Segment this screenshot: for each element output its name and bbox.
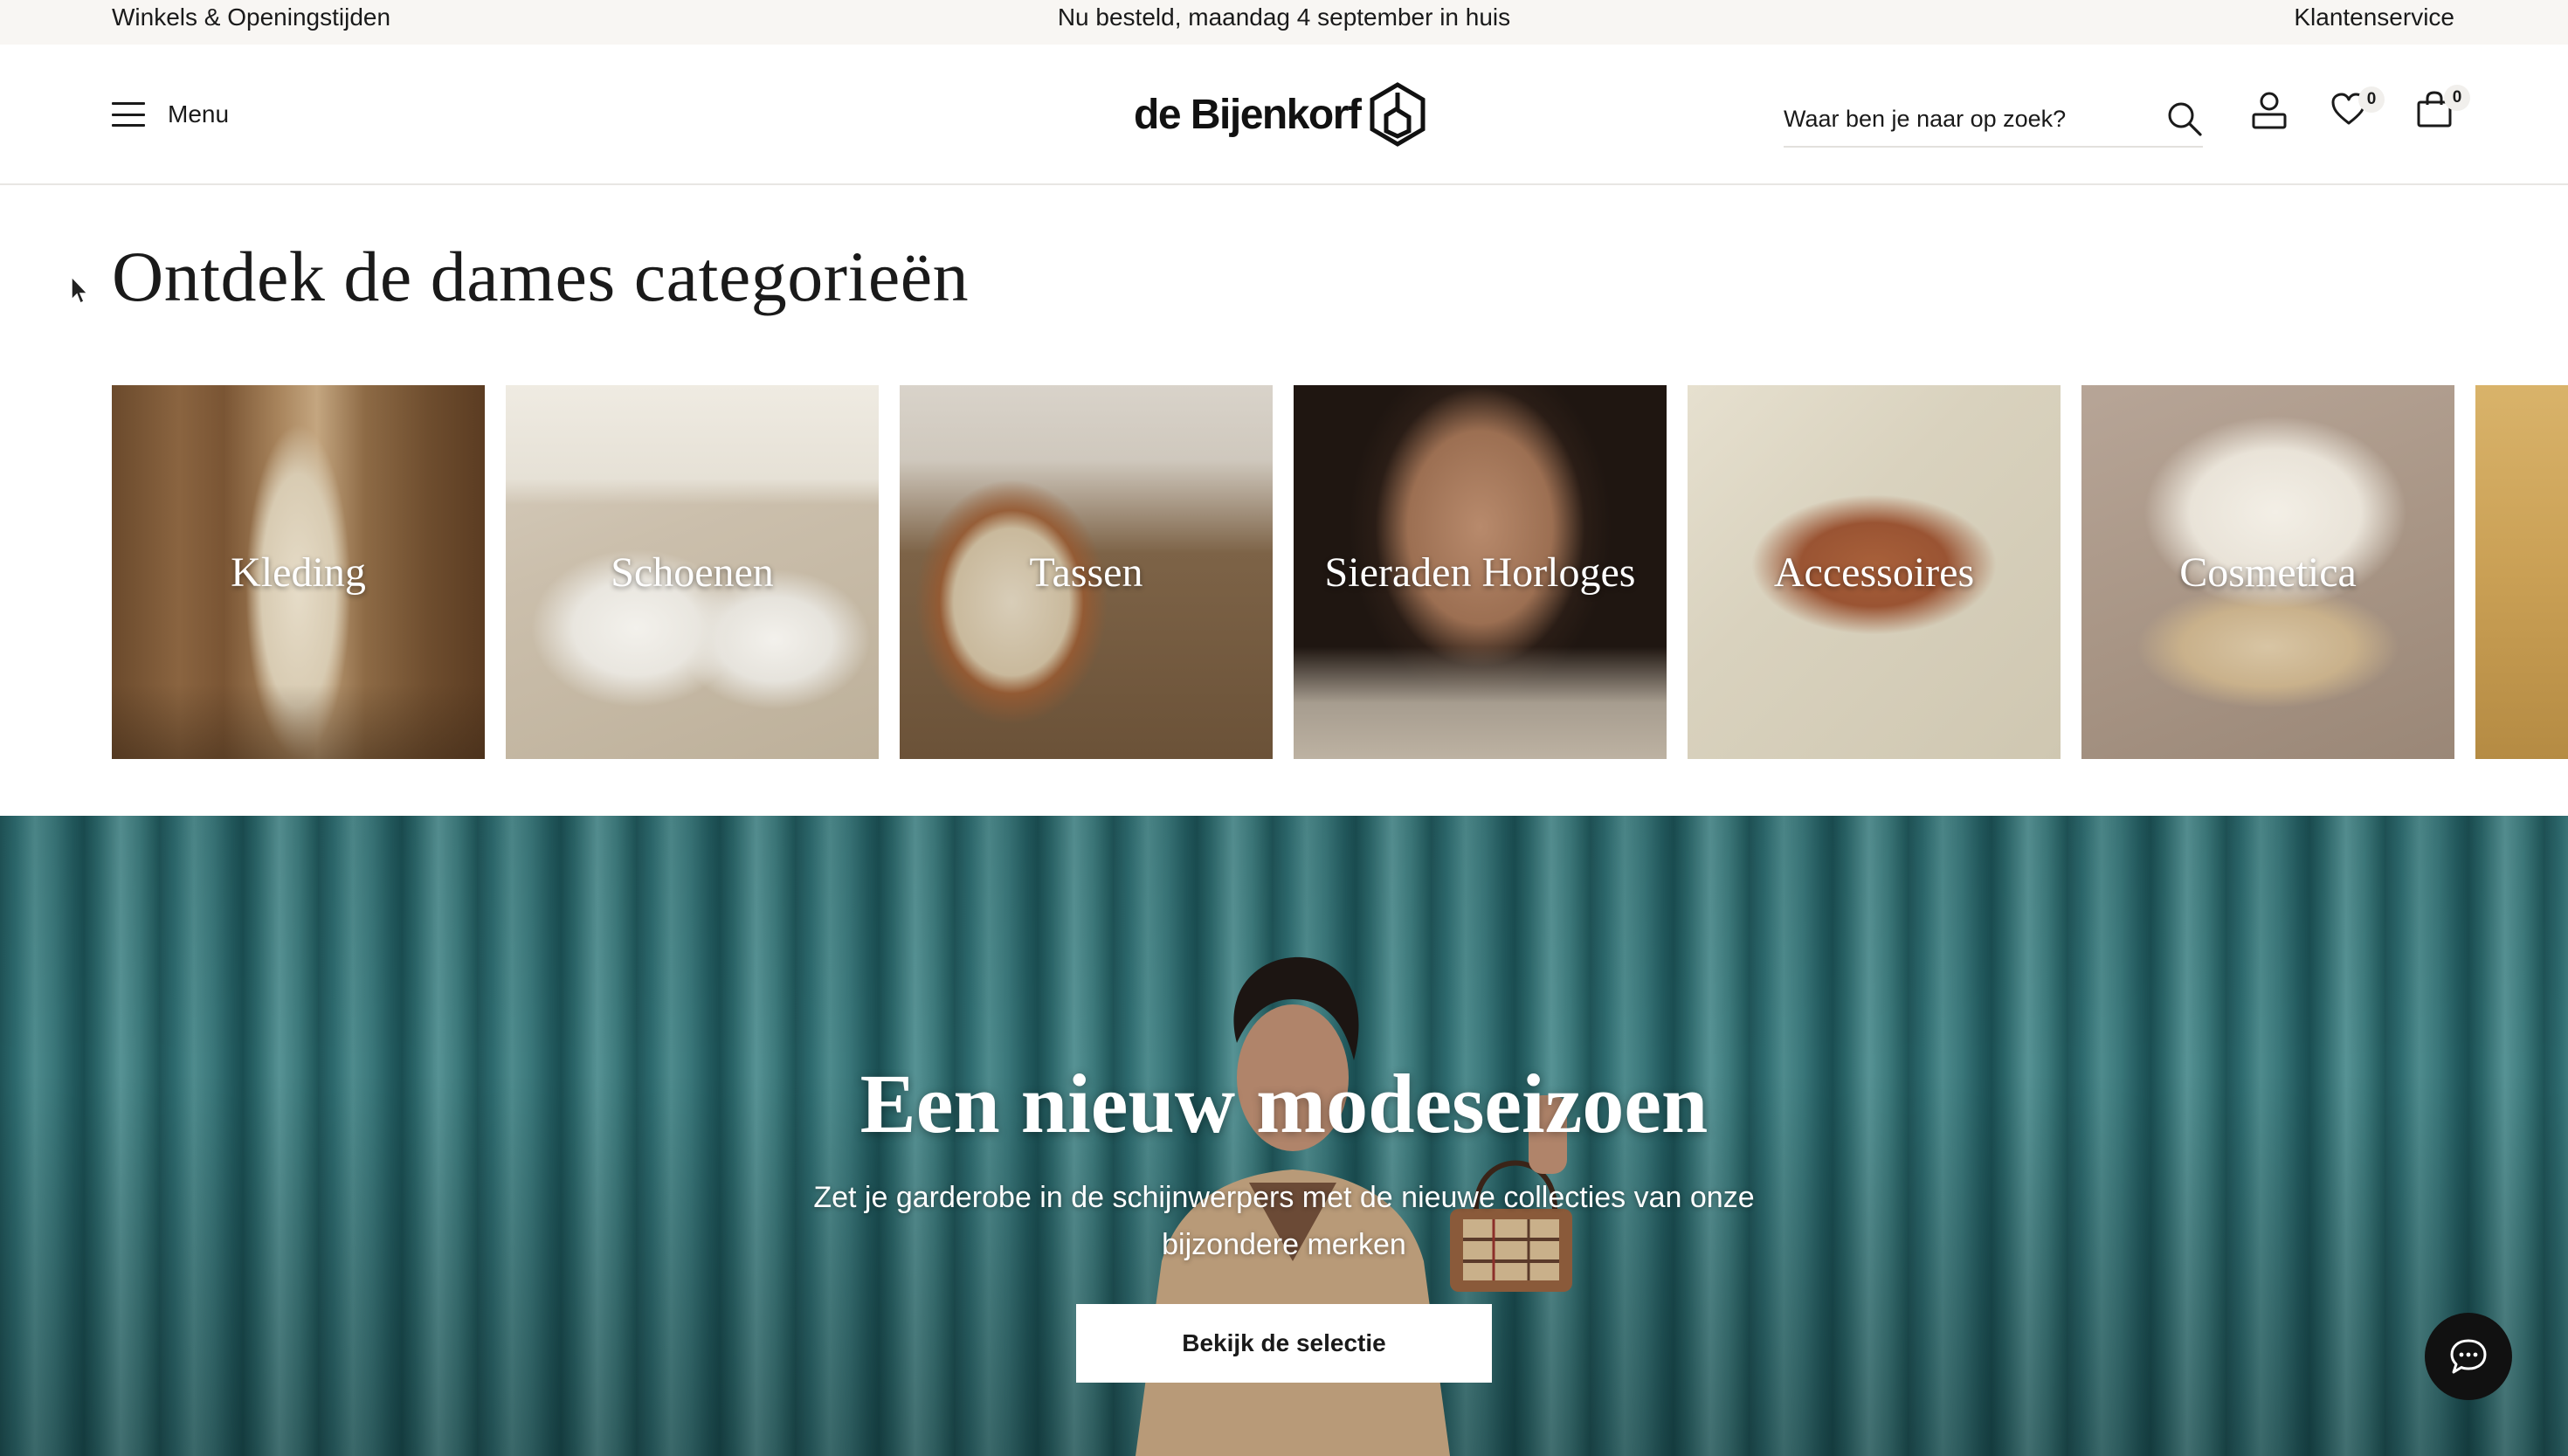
menu-label: Menu: [168, 100, 230, 128]
view-selection-button[interactable]: Bekijk de selectie: [1076, 1304, 1492, 1383]
category-tile-accessoires[interactable]: Accessoires: [1688, 385, 2061, 759]
category-tile-sieraden-horloges[interactable]: Sieraden Horloges: [1294, 385, 1667, 759]
chat-bubble-icon: [2450, 1339, 2487, 1374]
top-utility-bar: Winkels & Openingstijden Nu besteld, maa…: [0, 0, 2568, 45]
cart-count-badge: 0: [2444, 85, 2470, 111]
site-logo[interactable]: de Bijenkorf: [1134, 79, 1426, 149]
account-icon[interactable]: [2250, 90, 2288, 130]
cart-button[interactable]: 0: [2416, 85, 2470, 128]
category-carousel: Kleding Schoenen Tassen Sieraden Horloge…: [112, 385, 2568, 759]
search-input[interactable]: [1784, 105, 2133, 133]
section-title: Ontdek de dames categorieën: [112, 237, 970, 316]
chat-button[interactable]: [2425, 1313, 2512, 1400]
category-label: Sieraden Horloges: [1324, 549, 1636, 596]
mouse-cursor-icon: [71, 275, 89, 305]
hero-description: Zet je garderobe in de schijnwerpers met…: [813, 1181, 1755, 1261]
stores-hours-link[interactable]: Winkels & Openingstijden: [112, 0, 390, 35]
hamburger-icon: [112, 102, 145, 127]
category-label: Cosmetica: [2179, 549, 2357, 596]
search-icon[interactable]: [2166, 100, 2203, 137]
category-label: Schoenen: [611, 549, 774, 596]
hero-title: Een nieuw modeseizoen: [859, 1057, 1709, 1150]
category-tile-partial[interactable]: [2475, 385, 2568, 759]
logo-wordmark: de Bijenkorf: [1134, 91, 1362, 138]
customer-service-link[interactable]: Klantenservice: [2294, 0, 2454, 35]
category-tile-tassen[interactable]: Tassen: [900, 385, 1273, 759]
category-tile-schoenen[interactable]: Schoenen: [506, 385, 879, 759]
site-header: Menu de Bijenkorf 0 0: [0, 45, 2568, 185]
menu-button[interactable]: Menu: [112, 99, 229, 130]
category-tile-cosmetica[interactable]: Cosmetica: [2081, 385, 2454, 759]
wishlist-count-badge: 0: [2358, 86, 2385, 113]
category-label: Accessoires: [1773, 549, 1975, 596]
category-tile-kleding[interactable]: Kleding: [112, 385, 485, 759]
search-bar: [1784, 92, 2203, 148]
category-label: Kleding: [231, 549, 366, 596]
bee-hexagon-icon: [1370, 82, 1426, 147]
wishlist-button[interactable]: 0: [2330, 86, 2385, 128]
category-label: Tassen: [1029, 549, 1143, 596]
